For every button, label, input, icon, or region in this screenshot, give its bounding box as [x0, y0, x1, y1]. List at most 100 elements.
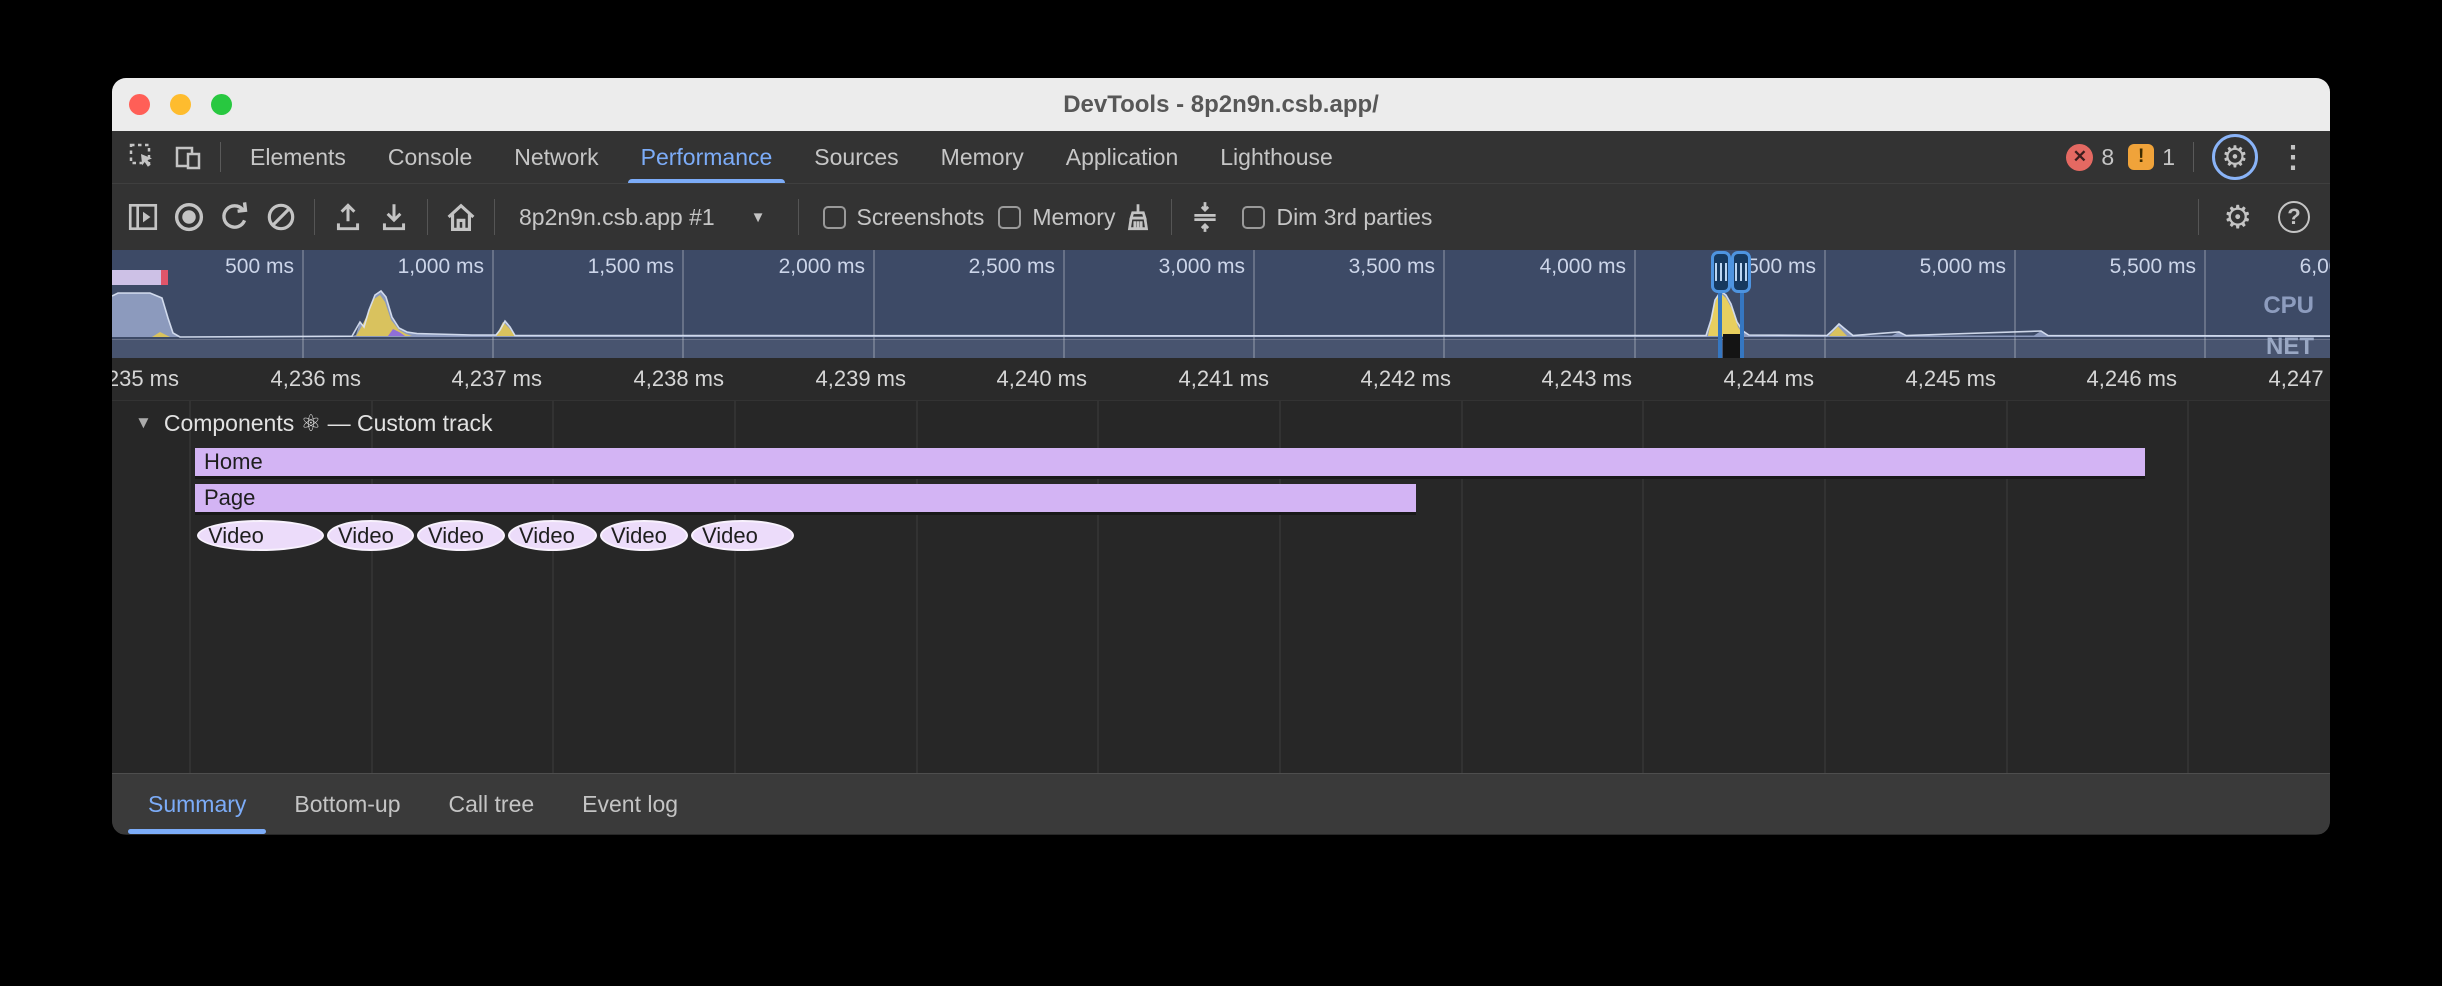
divider: [798, 199, 799, 235]
kebab-menu-icon[interactable]: ⋮: [2272, 140, 2314, 175]
error-count: 8: [2101, 144, 2114, 171]
record-icon[interactable]: [166, 184, 212, 250]
tab-label: Lighthouse: [1220, 144, 1333, 171]
warning-icon: !: [2128, 144, 2154, 170]
network-request-strip: [112, 270, 168, 285]
detail-tick-label: 4,246 ms: [2087, 366, 2178, 392]
tab-label: Application: [1066, 144, 1179, 171]
console-error-badge[interactable]: ✕ 8: [2066, 144, 2114, 171]
download-profile-icon[interactable]: [371, 184, 417, 250]
disclosure-triangle-icon[interactable]: ▼: [112, 413, 164, 433]
memory-checkbox[interactable]: [998, 206, 1021, 229]
divider: [1171, 199, 1172, 235]
detail-tick-label: 4,237 ms: [452, 366, 543, 392]
settings-gear-icon[interactable]: ⚙: [2209, 198, 2266, 236]
dim-3rd-parties-label: Dim 3rd parties: [1276, 204, 1432, 231]
selection-left-line: [1718, 290, 1722, 358]
timeline-overview[interactable]: 500 ms 1,000 ms 1,500 ms 2,000 ms 2,500 …: [112, 250, 2330, 358]
tab-memory[interactable]: Memory: [920, 131, 1045, 183]
tab-label: Bottom-up: [294, 791, 400, 818]
tab-label: Network: [514, 144, 598, 171]
dropdown-caret-icon[interactable]: ▼: [725, 209, 788, 226]
memory-label: Memory: [1032, 204, 1115, 231]
bar-label: Video: [208, 523, 264, 549]
divider: [2193, 142, 2194, 172]
reload-record-icon[interactable]: [212, 184, 258, 250]
window-title: DevTools - 8p2n9n.csb.app/: [1063, 91, 1379, 119]
track-bar-page[interactable]: Page: [195, 484, 1416, 515]
home-icon[interactable]: [438, 184, 484, 250]
flame-chart-area[interactable]: ▼ Components ⚛ — Custom track Home Page …: [112, 401, 2330, 773]
tab-application[interactable]: Application: [1045, 131, 1200, 183]
dim-3rd-parties-checkbox[interactable]: [1242, 206, 1265, 229]
track-bar-video[interactable]: Video: [327, 520, 414, 551]
error-icon: ✕: [2066, 144, 2093, 171]
bar-label: Video: [519, 523, 575, 549]
screenshots-label: Screenshots: [857, 204, 985, 231]
track-bar-video[interactable]: Video: [508, 520, 597, 551]
tab-summary[interactable]: Summary: [124, 774, 270, 834]
divider: [2198, 199, 2199, 235]
toolbar-right-cluster: ⚙ ?: [2188, 198, 2322, 236]
minimize-window-button[interactable]: [170, 94, 191, 115]
bar-label: Video: [702, 523, 758, 549]
tab-bottom-up[interactable]: Bottom-up: [270, 774, 424, 834]
active-tab-underline: [128, 829, 266, 834]
selection-handle-right[interactable]: [1731, 251, 1751, 293]
tab-performance[interactable]: Performance: [620, 131, 794, 183]
selection-handle-left[interactable]: [1711, 251, 1731, 293]
detail-tick-label: 4,243 ms: [1542, 366, 1633, 392]
divider: [427, 199, 428, 235]
tab-call-tree[interactable]: Call tree: [425, 774, 559, 834]
bar-label: Video: [611, 523, 667, 549]
dock-side-icon[interactable]: [120, 184, 166, 250]
tab-label: Sources: [814, 144, 898, 171]
tab-label: Elements: [250, 144, 346, 171]
track-bar-video[interactable]: Video: [197, 520, 324, 551]
collapse-sanity-icon[interactable]: [1182, 184, 1228, 250]
gear-icon[interactable]: ⚙: [2222, 140, 2249, 175]
console-warning-badge[interactable]: ! 1: [2128, 144, 2175, 171]
detail-tick-label: 4,242 ms: [1361, 366, 1452, 392]
tab-event-log[interactable]: Event log: [558, 774, 702, 834]
device-toolbar-icon[interactable]: [166, 131, 212, 183]
gridline: [2187, 401, 2189, 773]
selection-right-line: [1740, 290, 1744, 358]
tab-console[interactable]: Console: [367, 131, 493, 183]
tab-label: Event log: [582, 791, 678, 818]
session-selector-label[interactable]: 8p2n9n.csb.app #1: [505, 204, 725, 231]
cpu-lane-label: CPU: [2263, 292, 2314, 320]
detail-tick-label: 4,240 ms: [997, 366, 1088, 392]
divider: [220, 142, 221, 172]
tab-sources[interactable]: Sources: [793, 131, 919, 183]
tab-elements[interactable]: Elements: [229, 131, 367, 183]
close-window-button[interactable]: [129, 94, 150, 115]
detail-tick-label: 4,247 ms: [2269, 366, 2331, 392]
clear-icon[interactable]: [258, 184, 304, 250]
traffic-lights: [129, 94, 232, 115]
track-bar-home[interactable]: Home: [195, 448, 2145, 479]
track-bar-video[interactable]: Video: [691, 520, 794, 551]
selection-shade: [1723, 334, 1741, 358]
tab-network[interactable]: Network: [493, 131, 619, 183]
warning-count: 1: [2162, 144, 2175, 171]
track-bar-video[interactable]: Video: [600, 520, 688, 551]
screenshots-checkbox[interactable]: [823, 206, 846, 229]
tab-lighthouse[interactable]: Lighthouse: [1199, 131, 1354, 183]
performance-toolbar: 8p2n9n.csb.app #1 ▼ Screenshots Memory D…: [112, 184, 2330, 250]
inspect-element-icon[interactable]: [120, 131, 166, 183]
gridline: [189, 401, 191, 773]
garbage-collect-icon[interactable]: [1115, 184, 1161, 250]
detail-tick-label: 4,239 ms: [816, 366, 907, 392]
network-request-strip-end: [161, 270, 168, 285]
upload-profile-icon[interactable]: [325, 184, 371, 250]
custom-track-header[interactable]: ▼ Components ⚛ — Custom track: [112, 401, 493, 445]
bar-label: Video: [428, 523, 484, 549]
divider: [314, 199, 315, 235]
fullscreen-window-button[interactable]: [211, 94, 232, 115]
main-tab-bar: Elements Console Network Performance Sou…: [112, 131, 2330, 184]
tab-bar-right-cluster: ✕ 8 ! 1 ⚙ ⋮: [2066, 131, 2330, 183]
help-icon[interactable]: ?: [2278, 201, 2310, 233]
devtools-window: DevTools - 8p2n9n.csb.app/ Elements Cons…: [112, 78, 2330, 835]
track-bar-video[interactable]: Video: [417, 520, 505, 551]
